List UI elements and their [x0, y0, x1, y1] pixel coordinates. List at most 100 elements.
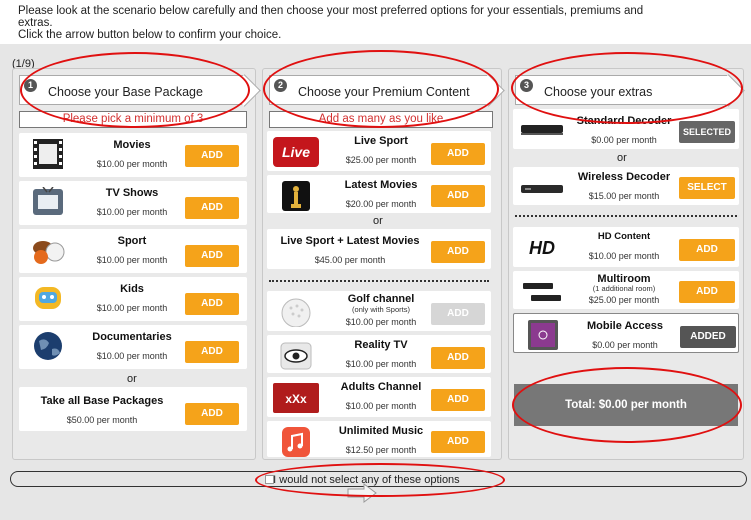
- add-all-base-button[interactable]: ADD: [185, 403, 239, 425]
- base-package-title: Choose your Base Package: [48, 85, 203, 99]
- extra-name: Wireless Decoder: [577, 171, 671, 183]
- package-price: $10.00 per month: [96, 303, 168, 313]
- extra-card-hd-content: HD HD Content $10.00 per month ADD: [513, 227, 739, 267]
- premium-price: $12.50 per month: [345, 445, 417, 455]
- premium-name: Live Sport + Latest Movies: [280, 235, 420, 247]
- golf-ball-icon: [281, 298, 311, 327]
- step-number: 2: [274, 79, 287, 92]
- decoder-icon: [521, 125, 563, 135]
- add-hd-content-button[interactable]: ADD: [679, 239, 735, 261]
- package-name: Sport: [117, 235, 147, 247]
- hd-icon: HD: [529, 238, 555, 258]
- extras-title: Choose your extras: [544, 85, 653, 99]
- premium-name: Reality TV: [354, 339, 408, 351]
- add-live-sport-button[interactable]: ADD: [431, 143, 485, 165]
- music-icon: [282, 427, 310, 457]
- add-latest-movies-button[interactable]: ADD: [431, 185, 485, 207]
- step-number: 3: [520, 79, 533, 92]
- extra-card-wireless-decoder: Wireless Decoder $15.00 per month SELECT: [513, 167, 739, 205]
- extra-price: $10.00 per month: [588, 251, 660, 261]
- total-price: Total: $0.00 per month: [514, 384, 738, 426]
- instructions-line-1: Please look at the scenario below carefu…: [18, 5, 644, 17]
- premium-price: $10.00 per month: [345, 359, 417, 369]
- premium-card-golf: Golf channel (only with Sports) $10.00 p…: [267, 291, 491, 331]
- package-card-movies: Movies $10.00 per month ADD: [19, 133, 247, 177]
- add-golf-button[interactable]: ADD: [431, 303, 485, 325]
- add-documentaries-button[interactable]: ADD: [185, 341, 239, 363]
- package-price: $10.00 per month: [96, 207, 168, 217]
- base-package-hint: Please pick a minimum of 3: [19, 111, 247, 128]
- xxx-folder-icon: xXx: [273, 383, 319, 413]
- package-name: Take all Base Packages: [40, 395, 164, 407]
- extra-price: $25.00 per month: [588, 295, 660, 305]
- premium-card-live-sport: Live Live Sport $25.00 per month ADD: [267, 131, 491, 171]
- premium-card-adults: xXx Adults Channel $10.00 per month ADD: [267, 377, 491, 417]
- premium-name: Live Sport: [354, 135, 408, 147]
- extra-card-mobile-access: Mobile Access $0.00 per month ADDED: [513, 313, 739, 353]
- wireless-decoder-icon: [521, 185, 563, 193]
- premium-content-column: 2 Choose your Premium Content Add as man…: [262, 68, 502, 460]
- oscar-icon: [282, 181, 310, 211]
- extra-price: $15.00 per month: [588, 191, 660, 201]
- premium-note: (only with Sports): [352, 305, 410, 314]
- premium-content-title: Choose your Premium Content: [298, 85, 470, 99]
- premium-name: Adults Channel: [340, 381, 422, 393]
- package-price: $10.00 per month: [96, 255, 168, 265]
- base-package-column: 1 Choose your Base Package Please pick a…: [12, 68, 256, 460]
- add-tv-shows-button[interactable]: ADD: [185, 197, 239, 219]
- add-movies-button[interactable]: ADD: [185, 145, 239, 167]
- extra-price: $0.00 per month: [592, 340, 658, 350]
- add-sport-button[interactable]: ADD: [185, 245, 239, 267]
- package-name: Movies: [113, 139, 151, 151]
- instructions: Please look at the scenario below carefu…: [0, 0, 751, 44]
- extra-card-multiroom: Multiroom (1 additional room) $25.00 per…: [513, 271, 739, 309]
- add-kids-button[interactable]: ADD: [185, 293, 239, 315]
- instructions-line-2: extras.: [18, 17, 53, 29]
- add-combo-button[interactable]: ADD: [431, 241, 485, 263]
- extra-name: Mobile Access: [586, 320, 663, 332]
- extras-header: 3 Choose your extras: [515, 75, 729, 105]
- add-unlimited-music-button[interactable]: ADD: [431, 431, 485, 453]
- film-icon: [33, 139, 63, 169]
- package-price: $10.00 per month: [96, 159, 168, 169]
- premium-name: Golf channel: [347, 293, 415, 305]
- premium-name: Unlimited Music: [338, 425, 424, 437]
- or-separator: or: [617, 152, 627, 164]
- select-wireless-decoder-button[interactable]: SELECT: [679, 177, 735, 199]
- extra-name: HD Content: [597, 231, 651, 242]
- robot-icon: [35, 287, 61, 309]
- eye-icon: [280, 342, 312, 370]
- extra-name: Standard Decoder: [576, 115, 672, 127]
- section-divider: [269, 280, 489, 282]
- premium-card-reality-tv: Reality TV $10.00 per month ADD: [267, 335, 491, 373]
- live-icon: Live: [273, 137, 319, 167]
- premium-price: $10.00 per month: [345, 401, 417, 411]
- package-card-all-base: Take all Base Packages $50.00 per month …: [19, 387, 247, 431]
- add-multiroom-button[interactable]: ADD: [679, 281, 735, 303]
- premium-card-unlimited-music: Unlimited Music $12.50 per month ADD: [267, 421, 491, 457]
- next-arrow-icon[interactable]: [346, 482, 378, 504]
- package-price: $50.00 per month: [66, 415, 138, 425]
- premium-card-latest-movies: Latest Movies $20.00 per month ADD: [267, 175, 491, 213]
- or-separator: or: [127, 373, 137, 385]
- extra-price: $0.00 per month: [591, 135, 657, 145]
- premium-content-hint: Add as many as you like: [269, 111, 493, 128]
- premium-name: Latest Movies: [344, 179, 418, 191]
- add-adults-channel-button[interactable]: ADD: [431, 389, 485, 411]
- package-name: Documentaries: [92, 331, 172, 343]
- package-card-kids: Kids $10.00 per month ADD: [19, 277, 247, 321]
- add-reality-tv-button[interactable]: ADD: [431, 347, 485, 369]
- mobile-access-added-button[interactable]: ADDED: [680, 326, 736, 348]
- premium-content-header: 2 Choose your Premium Content: [269, 75, 489, 105]
- multiroom-icon: [523, 283, 561, 301]
- package-card-sport: Sport $10.00 per month ADD: [19, 229, 247, 273]
- package-name: Kids: [120, 283, 144, 295]
- tablet-icon: [528, 320, 558, 350]
- package-card-tv-shows: TV Shows $10.00 per month ADD: [19, 181, 247, 225]
- premium-price: $10.00 per month: [345, 317, 417, 327]
- tv-icon: [33, 187, 63, 215]
- balls-icon: [33, 241, 65, 264]
- premium-price: $25.00 per month: [345, 155, 417, 165]
- package-price: $10.00 per month: [96, 351, 168, 361]
- select-standard-decoder-button[interactable]: SELECTED: [679, 121, 735, 143]
